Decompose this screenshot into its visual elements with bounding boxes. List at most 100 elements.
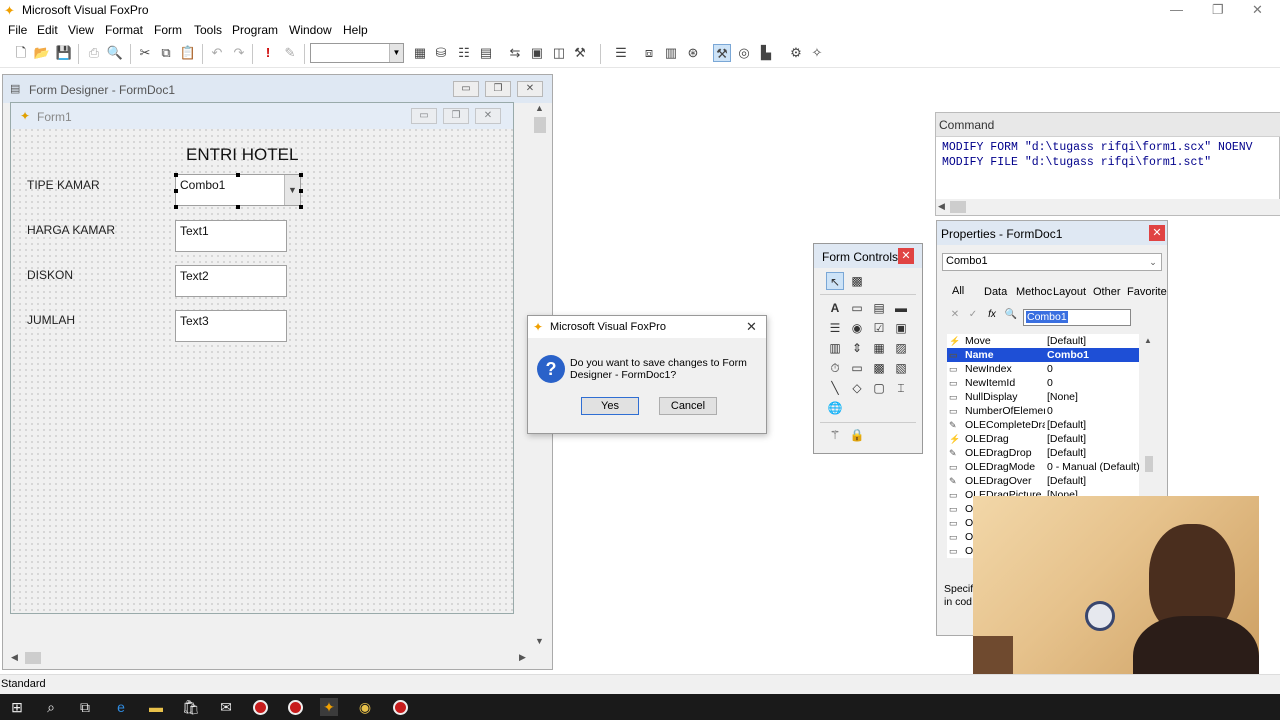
menu-view[interactable]: View — [68, 23, 94, 37]
yes-button[interactable]: Yes — [581, 397, 639, 415]
scroll-thumb[interactable] — [534, 117, 546, 133]
chevron-down-icon[interactable]: ⌄ — [1145, 254, 1161, 270]
file-explorer-icon[interactable]: ▬ — [147, 698, 165, 716]
search-icon[interactable]: ⌕ — [42, 698, 60, 716]
option-group-icon[interactable]: ◉ — [848, 319, 866, 337]
command-button-icon[interactable]: ▬ — [892, 299, 910, 317]
redo-icon[interactable]: ↷ — [230, 44, 248, 62]
command-group-icon[interactable]: ☰ — [826, 319, 844, 337]
horizontal-scrollbar[interactable]: ◀ ▶ — [9, 650, 529, 666]
menu-program[interactable]: Program — [232, 23, 278, 37]
timer-icon[interactable]: ⏱ — [826, 359, 844, 377]
listbox-icon[interactable]: ▥ — [826, 339, 844, 357]
shape-icon[interactable]: ◇ — [848, 379, 866, 397]
paste-icon[interactable]: 📋 — [179, 44, 197, 62]
chrome-icon[interactable]: ◉ — [356, 698, 374, 716]
dialog-title-bar[interactable]: ✦ Microsoft Visual FoxPro ✕ — [528, 316, 766, 338]
scroll-thumb[interactable] — [1145, 456, 1153, 472]
copy-icon[interactable]: ⧉ — [157, 44, 175, 62]
form-controls-toggle-icon[interactable]: ⚒ — [713, 44, 731, 62]
font-combo[interactable]: ▼ — [310, 43, 404, 63]
editbox-icon[interactable]: ▤ — [870, 299, 888, 317]
autoformat-icon[interactable]: ◫ — [550, 44, 568, 62]
form-heading[interactable]: ENTRI HOTEL — [186, 145, 298, 165]
recorder-icon[interactable] — [393, 700, 408, 715]
property-row[interactable]: ▭ NumberOfElemen 0 — [947, 404, 1139, 418]
scroll-thumb[interactable] — [25, 652, 41, 664]
object-selector[interactable]: Combo1 ⌄ — [942, 253, 1162, 271]
scroll-right-icon[interactable]: ▶ — [519, 652, 526, 663]
tab-all[interactable]: All — [952, 285, 964, 297]
scroll-up-icon[interactable]: ▲ — [535, 103, 544, 113]
text1-control[interactable]: Text1 — [175, 220, 287, 252]
open-icon[interactable]: 📂 — [33, 44, 51, 62]
maximize-icon[interactable]: ❐ — [1212, 2, 1224, 18]
property-row[interactable]: ▭ NewIndex 0 — [947, 362, 1139, 376]
tab-methods[interactable]: Methoc — [1016, 286, 1052, 298]
property-row[interactable]: ⚡ Move [Default] — [947, 334, 1139, 348]
chevron-down-icon[interactable]: ▼ — [284, 175, 300, 205]
lock-icon[interactable]: 🔒 — [848, 426, 866, 444]
text3-control[interactable]: Text3 — [175, 310, 287, 342]
menu-help[interactable]: Help — [343, 23, 368, 37]
label-diskon[interactable]: DISKON — [27, 268, 73, 282]
menu-format[interactable]: Format — [105, 23, 143, 37]
new-icon[interactable]: 🗋 — [12, 44, 30, 62]
chevron-down-icon[interactable]: ▼ — [389, 44, 403, 62]
modify-icon[interactable]: ✎ — [281, 44, 299, 62]
tools-icon[interactable]: ⚒ — [571, 44, 589, 62]
cancel-icon[interactable]: ✕ — [947, 309, 963, 325]
label-harga-kamar[interactable]: HARGA KAMAR — [27, 223, 115, 237]
label-tipe-kamar[interactable]: TIPE KAMAR — [27, 178, 100, 192]
property-row[interactable]: ▭ OLEDragMode 0 - Manual (Default) — [947, 460, 1139, 474]
checkbox-icon[interactable]: ☑ — [870, 319, 888, 337]
recorder-icon[interactable] — [253, 700, 268, 715]
olebound-icon[interactable]: ▧ — [892, 359, 910, 377]
close-icon[interactable]: ✕ — [1149, 225, 1165, 241]
edge-icon[interactable]: e — [112, 698, 130, 716]
command-line-2[interactable]: MODIFY FILE "d:\tugass rifqi\form1.sct" — [942, 156, 1211, 169]
function-icon[interactable]: fx — [984, 309, 1000, 325]
properties-icon[interactable]: ☷ — [455, 44, 473, 62]
label-jumlah[interactable]: JUMLAH — [27, 313, 75, 327]
pointer-icon[interactable]: ↖ — [826, 272, 844, 290]
code-icon[interactable]: ▤ — [477, 44, 495, 62]
layout-toolbar-icon[interactable]: ▙ — [757, 44, 775, 62]
close-icon[interactable]: ✕ — [475, 108, 501, 124]
builder-lock-icon[interactable]: ⚚ — [826, 426, 844, 444]
tab-data[interactable]: Data — [984, 286, 1007, 298]
olecontainer-icon[interactable]: ▩ — [870, 359, 888, 377]
scroll-thumb[interactable] — [950, 201, 966, 213]
mail-icon[interactable]: ✉ — [217, 698, 235, 716]
accept-icon[interactable]: ✓ — [965, 309, 981, 325]
property-row[interactable]: ✎ OLECompleteDra [Default] — [947, 418, 1139, 432]
minimize-icon[interactable]: — — [1170, 2, 1183, 17]
tab-order-icon[interactable]: ⧈ — [640, 44, 658, 62]
hyperlink-icon[interactable]: 🌐 — [826, 399, 844, 417]
menu-edit[interactable]: Edit — [37, 23, 58, 37]
separator-icon[interactable]: ⌶ — [892, 379, 910, 397]
property-row[interactable]: ✎ OLEDragOver [Default] — [947, 474, 1139, 488]
selection-handle[interactable] — [299, 189, 303, 193]
property-row[interactable]: ⚡ OLEDrag [Default] — [947, 432, 1139, 446]
align-icon[interactable]: ☰ — [612, 44, 630, 62]
close-icon[interactable]: ✕ — [1252, 2, 1263, 18]
close-icon[interactable]: ✕ — [517, 81, 543, 97]
scroll-down-icon[interactable]: ▼ — [535, 636, 544, 646]
selection-handle[interactable] — [174, 189, 178, 193]
grid-icon[interactable]: ▦ — [870, 339, 888, 357]
image-icon[interactable]: ▨ — [892, 339, 910, 357]
command-title-bar[interactable]: Command — [936, 113, 1280, 137]
menu-file[interactable]: File — [8, 23, 27, 37]
menu-form[interactable]: Form — [154, 23, 182, 37]
properties-title-bar[interactable]: Properties - FormDoc1 ✕ — [937, 221, 1167, 245]
form-builder-icon[interactable]: ▣ — [528, 44, 546, 62]
restore-icon[interactable]: ❐ — [443, 108, 469, 124]
task-view-icon[interactable]: ⧉ — [76, 698, 94, 716]
form-controls-title-bar[interactable]: Form Controls ✕ — [814, 244, 922, 268]
recorder-icon[interactable] — [288, 700, 303, 715]
data-environment-icon[interactable]: ▥ — [662, 44, 680, 62]
palette-icon[interactable]: ⊛ — [684, 44, 702, 62]
run-icon[interactable]: ! — [259, 44, 277, 62]
selection-handle[interactable] — [236, 205, 240, 209]
